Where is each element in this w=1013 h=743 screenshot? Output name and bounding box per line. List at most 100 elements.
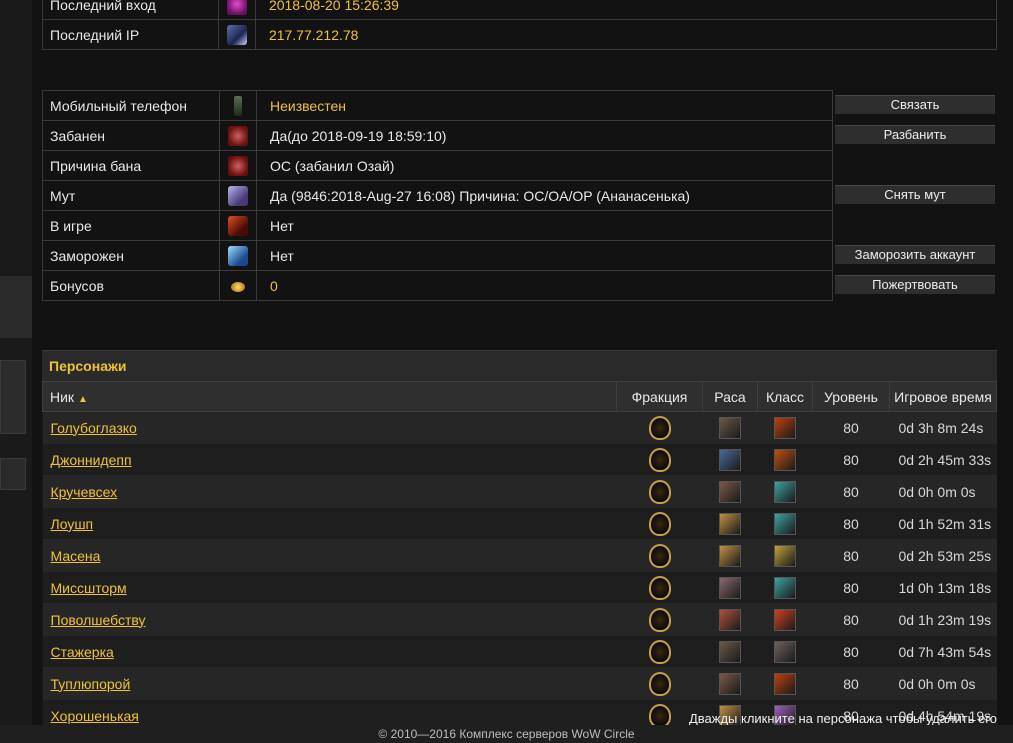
mute-icon: [228, 185, 248, 206]
info-label: Последний вход: [41, 0, 220, 20]
ip-icon: [227, 24, 248, 45]
race-icon: [719, 608, 741, 631]
class-icon: [774, 640, 796, 663]
character-playtime: 0d 7h 43m 54s: [889, 635, 997, 668]
character-playtime: 0d 1h 52m 31s: [889, 507, 997, 540]
class-icon: [774, 544, 796, 567]
character-name-link[interactable]: Джоннидепп: [44, 452, 132, 468]
character-name-link[interactable]: Кручевсех: [44, 484, 118, 500]
character-row[interactable]: Голубоглазко 80 0d 3h 8m 24s: [42, 411, 997, 444]
ban-icon: [228, 125, 248, 146]
status-row: Бонусов 0: [42, 270, 833, 301]
character-row[interactable]: Лоушп 80 0d 1h 52m 31s: [42, 507, 997, 540]
character-name-link[interactable]: Лоушп: [44, 516, 94, 532]
race-icon: [719, 480, 741, 503]
delete-hint: Дважды кликните на персонажа чтобы удали…: [688, 711, 997, 726]
character-row[interactable]: Стажерка 80 0d 7h 43m 54s: [42, 635, 997, 668]
column-faction[interactable]: Фракция: [616, 381, 703, 412]
class-icon: [774, 672, 796, 695]
character-name-link[interactable]: Хорошенькая: [44, 708, 139, 724]
frozen-icon: [228, 245, 248, 266]
character-name-link[interactable]: Голубоглазко: [44, 420, 137, 436]
faction-icon: [648, 671, 671, 696]
faction-icon: [648, 415, 671, 440]
race-icon: [719, 416, 741, 439]
status-value: Неизвестен: [256, 90, 833, 121]
character-name-link[interactable]: Поволшебству: [44, 612, 146, 628]
info-row: Последний вход 2018-08-20 15:26:39: [41, 0, 998, 20]
sidebar-image: [0, 360, 26, 434]
character-playtime: 0d 1h 23m 19s: [889, 603, 997, 636]
character-level: 80: [812, 635, 890, 668]
race-icon: [719, 512, 741, 535]
character-level: 80: [812, 475, 890, 508]
status-row: Мут Да (9846:2018-Aug-27 16:08) Причина:…: [42, 180, 833, 211]
race-icon: [719, 640, 741, 663]
sort-asc-icon: ▲: [77, 393, 88, 405]
sidebar-button[interactable]: [0, 458, 26, 490]
character-level: 80: [812, 571, 890, 604]
character-row[interactable]: Поволшебству 80 0d 1h 23m 19s: [42, 603, 997, 636]
status-label: Бонусов: [42, 270, 220, 301]
phone-icon: [234, 95, 242, 116]
characters-title: Персонажи: [42, 350, 997, 381]
character-level: 80: [812, 603, 890, 636]
character-level: 80: [812, 539, 890, 572]
status-value: ОС (забанил Озай): [256, 150, 833, 181]
characters-panel: Персонажи Ник ▲ Фракция Раса Класс Урове…: [42, 350, 997, 731]
character-level: 80: [812, 411, 890, 444]
character-playtime: 0d 3h 8m 24s: [889, 411, 997, 444]
status-value: Нет: [256, 240, 833, 271]
info-value: 2018-08-20 15:26:39: [254, 0, 998, 20]
faction-icon: [648, 607, 671, 632]
status-row: Забанен Да(до 2018-09-19 18:59:10): [42, 120, 833, 151]
status-label: В игре: [42, 210, 220, 241]
status-label: Заморожен: [42, 240, 220, 271]
column-nick[interactable]: Ник ▲: [42, 381, 617, 412]
info-value: 217.77.212.78: [254, 19, 998, 50]
status-label: Мобильный телефон: [42, 90, 220, 121]
character-name-link[interactable]: Стажерка: [44, 644, 114, 660]
ban-reason-icon: [228, 155, 248, 176]
faction-icon: [648, 543, 671, 568]
character-name-link[interactable]: Туплюпорой: [44, 676, 131, 692]
character-row[interactable]: Масена 80 0d 2h 53m 25s: [42, 539, 997, 572]
donate-button[interactable]: Пожертвовать: [835, 275, 995, 294]
race-icon: [719, 576, 741, 599]
character-name-link[interactable]: Масена: [44, 548, 101, 564]
status-row: В игре Нет: [42, 210, 833, 241]
class-icon: [774, 512, 796, 535]
class-icon: [774, 416, 796, 439]
class-icon: [774, 480, 796, 503]
unban-button[interactable]: Разбанить: [835, 125, 995, 144]
unmute-button[interactable]: Снять мут: [835, 185, 995, 204]
account-status-table: Мобильный телефон Неизвестен Забанен Да(…: [42, 90, 833, 301]
character-row[interactable]: Миссшторм 80 1d 0h 13m 18s: [42, 571, 997, 604]
status-label: Мут: [42, 180, 220, 211]
freeze-account-button[interactable]: Заморозить аккаунт: [835, 245, 995, 264]
status-label: Причина бана: [42, 150, 220, 181]
faction-icon: [648, 639, 671, 664]
column-playtime[interactable]: Игровое время: [889, 381, 997, 412]
faction-icon: [648, 575, 671, 600]
column-level[interactable]: Уровень: [812, 381, 890, 412]
characters-table: Ник ▲ Фракция Раса Класс Уровень Игровое…: [42, 381, 997, 731]
status-row: Причина бана ОС (забанил Озай): [42, 150, 833, 181]
login-icon: [227, 0, 248, 15]
faction-icon: [648, 703, 671, 728]
faction-icon: [648, 511, 671, 536]
character-row[interactable]: Туплюпорой 80 0d 0h 0m 0s: [42, 667, 997, 700]
status-value: 0: [256, 270, 833, 301]
character-row[interactable]: Кручевсех 80 0d 0h 0m 0s: [42, 475, 997, 508]
left-sidebar-strip: [0, 0, 32, 743]
status-value: Да (9846:2018-Aug-27 16:08) Причина: OC/…: [256, 180, 833, 211]
contact-button[interactable]: Связать: [835, 95, 995, 114]
footer-copyright: © 2010—2016 Комплекс серверов WoW Circle: [0, 725, 1013, 743]
character-row[interactable]: Джоннидепп 80 0d 2h 45m 33s: [42, 443, 997, 476]
column-class[interactable]: Класс: [757, 381, 813, 412]
character-name-link[interactable]: Миссшторм: [44, 580, 127, 596]
column-race[interactable]: Раса: [702, 381, 758, 412]
character-playtime: 0d 2h 45m 33s: [889, 443, 997, 476]
info-label: Последний IP: [41, 19, 220, 50]
status-row: Мобильный телефон Неизвестен: [42, 90, 833, 121]
